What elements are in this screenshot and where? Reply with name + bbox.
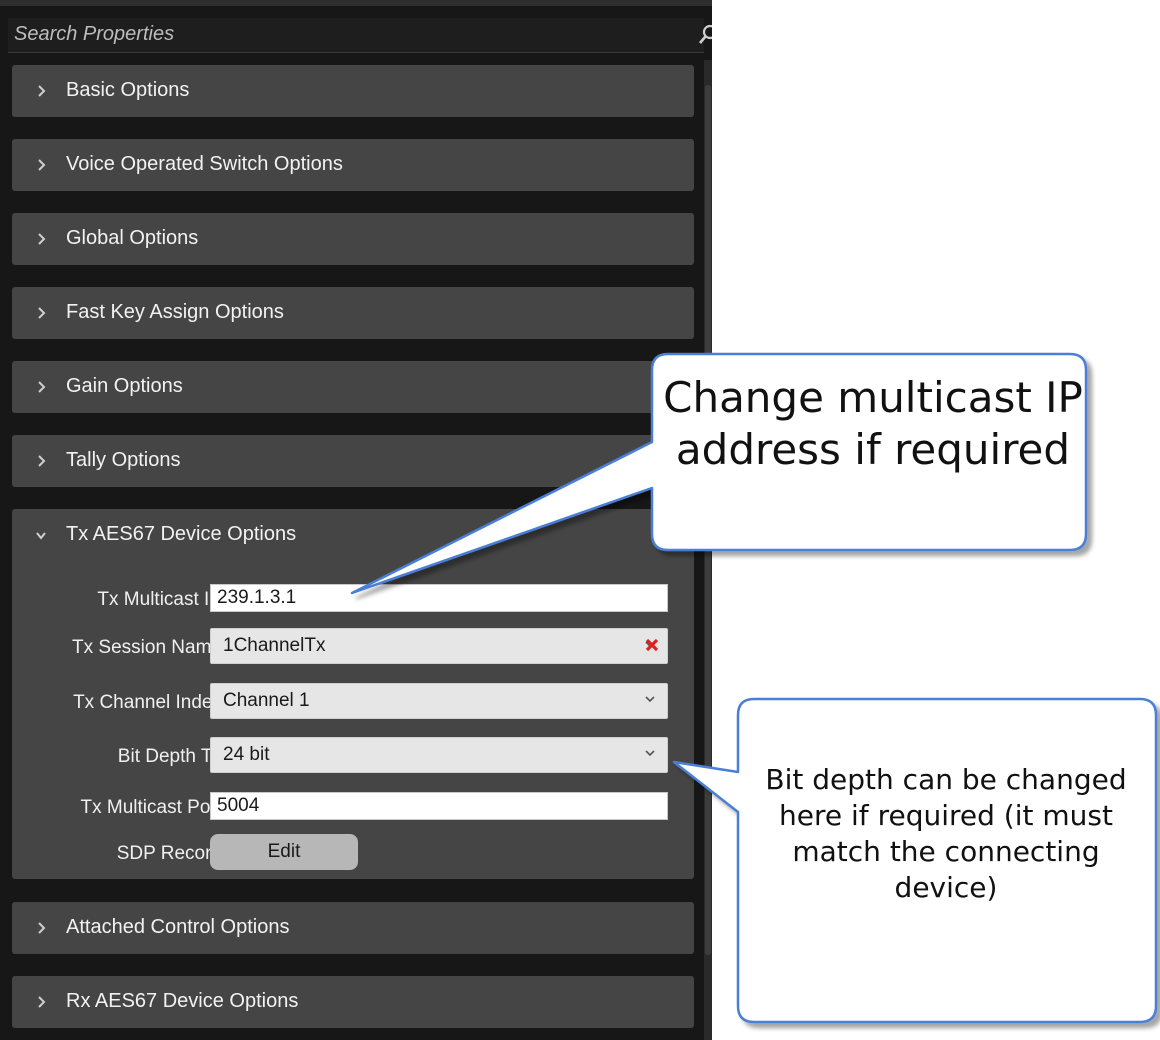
sdp-record-label: SDP Record	[116, 843, 222, 864]
chevron-down-icon	[645, 750, 655, 757]
section-title: Voice Operated Switch Options	[66, 153, 343, 175]
section-header[interactable]: Gain Options	[12, 361, 694, 413]
callout-ip-text: Change multicast IP address if required	[663, 373, 1083, 474]
section-title: Attached Control Options	[66, 916, 290, 938]
tx-channel-index-dropdown[interactable]: Channel 1	[210, 683, 668, 719]
tx-session-name-dropdown[interactable]: 1ChannelTx	[210, 628, 668, 664]
section-header[interactable]: Basic Options	[12, 65, 694, 117]
section-gain-options[interactable]: Gain Options	[12, 361, 694, 413]
section-voice-operated-switch-options[interactable]: Voice Operated Switch Options	[12, 139, 694, 191]
callout-bit-depth-text: Bit depth can be changed here if require…	[765, 763, 1127, 904]
search-input[interactable]	[8, 18, 654, 50]
tx-multicast-port-input[interactable]: 5004	[210, 792, 668, 820]
section-header[interactable]: Rx AES67 Device Options	[12, 976, 694, 1028]
chevron-right-icon	[38, 307, 46, 319]
section-tally-options[interactable]: Tally Options	[12, 435, 694, 487]
section-title: Basic Options	[66, 79, 190, 101]
section-title: Rx AES67 Device Options	[66, 990, 299, 1012]
section-basic-options[interactable]: Basic Options	[12, 65, 694, 117]
dropdown-value: 1ChannelTx	[223, 635, 326, 656]
tx-channel-index-label: Tx Channel Index	[73, 692, 222, 713]
tx-multicast-ip-input[interactable]: 239.1.3.1	[210, 584, 668, 612]
bit-depth-tx-label: Bit Depth Tx	[117, 746, 222, 767]
chevron-right-icon	[38, 996, 46, 1008]
chevron-right-icon	[38, 233, 46, 245]
sdp-record-edit-button[interactable]: Edit	[210, 834, 358, 870]
section-header[interactable]: Tally Options	[12, 435, 694, 487]
section-header[interactable]: Global Options	[12, 213, 694, 265]
scrollbar-thumb[interactable]	[705, 85, 711, 955]
section-header[interactable]: Fast Key Assign Options	[12, 287, 694, 339]
chevron-down-icon	[645, 696, 655, 703]
search-bar	[8, 18, 712, 53]
tx-multicast-ip-label: Tx Multicast IP	[97, 589, 222, 610]
section-fast-key-assign-options[interactable]: Fast Key Assign Options	[12, 287, 694, 339]
chevron-right-icon	[38, 159, 46, 171]
section-header[interactable]: Tx AES67 Device Options	[12, 509, 694, 561]
chevron-right-icon	[38, 381, 46, 393]
tx-session-name-label: Tx Session Name	[72, 637, 222, 658]
section-header[interactable]: Attached Control Options	[12, 902, 694, 954]
section-title: Fast Key Assign Options	[66, 301, 284, 323]
chevron-right-icon	[38, 85, 46, 97]
section-global-options[interactable]: Global Options	[12, 213, 694, 265]
section-title: Tx AES67 Device Options	[66, 523, 297, 545]
search-icon[interactable]	[698, 24, 712, 46]
section-rx-aes67-device-options[interactable]: Rx AES67 Device Options	[12, 976, 694, 1028]
chevron-down-icon	[36, 532, 46, 540]
bit-depth-tx-dropdown[interactable]: 24 bit	[210, 737, 668, 773]
chevron-right-icon	[38, 922, 46, 934]
panel-top-border	[0, 0, 712, 6]
dropdown-value: Channel 1	[223, 690, 310, 711]
section-attached-control-options[interactable]: Attached Control Options	[12, 902, 694, 954]
section-title: Tally Options	[66, 449, 181, 471]
section-title: Global Options	[66, 227, 199, 249]
section-title: Gain Options	[66, 375, 183, 397]
tx-multicast-port-label: Tx Multicast Port	[80, 797, 222, 818]
chevron-right-icon	[38, 455, 46, 467]
section-header[interactable]: Voice Operated Switch Options	[12, 139, 694, 191]
properties-panel: Basic Options Voice Operated Switch Opti…	[0, 0, 712, 1040]
dropdown-value: 24 bit	[223, 744, 270, 765]
remove-icon[interactable]	[644, 637, 660, 653]
